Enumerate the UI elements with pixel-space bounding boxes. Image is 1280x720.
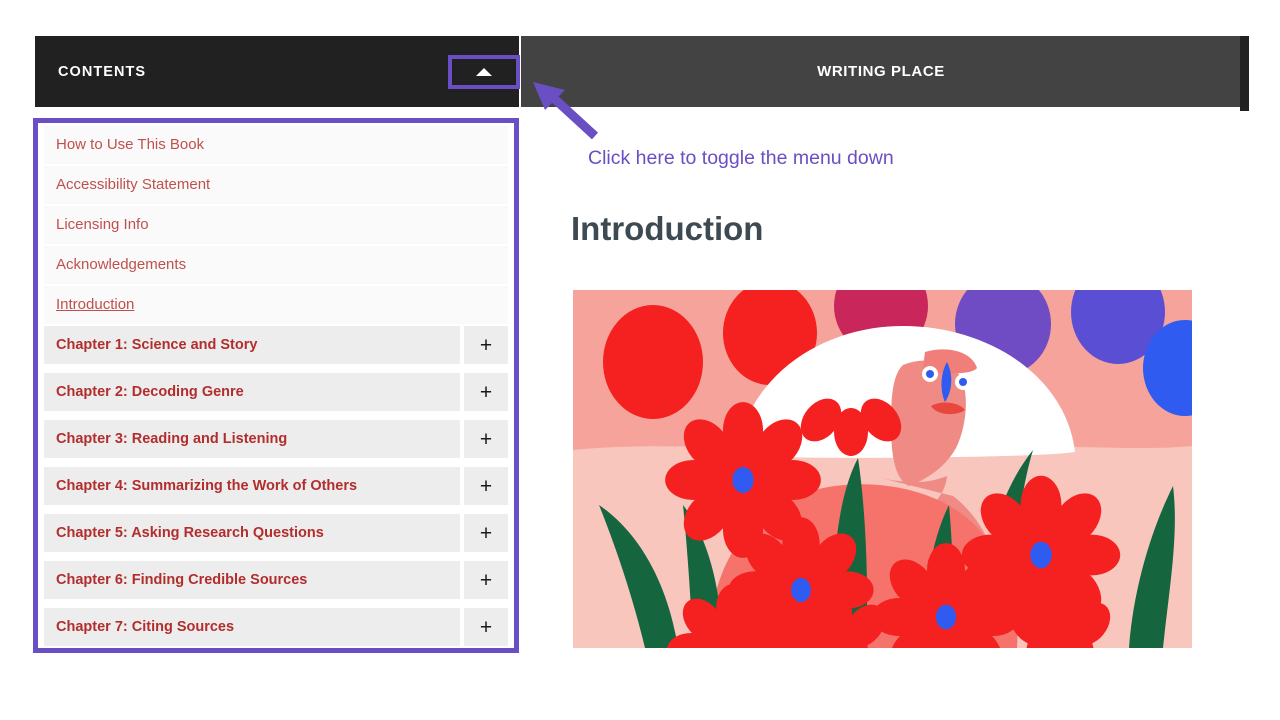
illustration-artwork: [573, 290, 1192, 648]
contents-header-bar: CONTENTS: [35, 36, 519, 107]
list-item: Chapter 6: Finding Credible Sources +: [44, 561, 508, 599]
list-item: Chapter 3: Reading and Listening +: [44, 420, 508, 458]
toc-link-chapter-7[interactable]: Chapter 7: Citing Sources: [56, 619, 234, 635]
toc-link-acknowledgements[interactable]: Acknowledgements: [56, 256, 186, 273]
list-item-current[interactable]: Introduction: [44, 286, 508, 324]
toc-link-accessibility-statement[interactable]: Accessibility Statement: [56, 176, 210, 193]
list-item[interactable]: How to Use This Book: [44, 126, 508, 164]
annotation-callout-text: Click here to toggle the menu down: [588, 147, 894, 169]
page-title: Introduction: [571, 210, 764, 247]
table-of-contents-panel: How to Use This Book Accessibility State…: [33, 118, 519, 653]
contents-header-title: CONTENTS: [58, 63, 147, 80]
toc-link-chapter-4[interactable]: Chapter 4: Summarizing the Work of Other…: [56, 478, 357, 494]
list-item[interactable]: Licensing Info: [44, 206, 508, 244]
toc-link-chapter-6[interactable]: Chapter 6: Finding Credible Sources: [56, 572, 307, 588]
chapter-row-1[interactable]: Chapter 1: Science and Story: [44, 326, 460, 364]
list-item[interactable]: Acknowledgements: [44, 246, 508, 284]
toc-link-chapter-3[interactable]: Chapter 3: Reading and Listening: [56, 431, 287, 447]
content-header-bar: WRITING PLACE: [521, 36, 1241, 107]
expand-chapter-7-button[interactable]: +: [464, 608, 508, 646]
expand-chapter-5-button[interactable]: +: [464, 514, 508, 552]
toc-link-chapter-1[interactable]: Chapter 1: Science and Story: [56, 337, 257, 353]
chapter-row-5[interactable]: Chapter 5: Asking Research Questions: [44, 514, 460, 552]
list-item: Chapter 5: Asking Research Questions +: [44, 514, 508, 552]
list-item: Chapter 7: Citing Sources +: [44, 608, 508, 646]
chapter-row-2[interactable]: Chapter 2: Decoding Genre: [44, 373, 460, 411]
expand-chapter-6-button[interactable]: +: [464, 561, 508, 599]
expand-chapter-2-button[interactable]: +: [464, 373, 508, 411]
header-right-strip: [1240, 36, 1249, 111]
toggle-button-highlight-box: [448, 55, 520, 89]
chapter-illustration: [573, 290, 1192, 648]
toc-link-licensing-info[interactable]: Licensing Info: [56, 216, 149, 233]
chapter-row-3[interactable]: Chapter 3: Reading and Listening: [44, 420, 460, 458]
expand-chapter-4-button[interactable]: +: [464, 467, 508, 505]
chapter-row-6[interactable]: Chapter 6: Finding Credible Sources: [44, 561, 460, 599]
expand-chapter-1-button[interactable]: +: [464, 326, 508, 364]
toc-link-introduction[interactable]: Introduction: [56, 296, 134, 313]
toc-list: How to Use This Book Accessibility State…: [44, 126, 508, 646]
toc-link-chapter-5[interactable]: Chapter 5: Asking Research Questions: [56, 525, 324, 541]
toc-link-how-to-use-this-book[interactable]: How to Use This Book: [56, 136, 204, 153]
chapter-row-4[interactable]: Chapter 4: Summarizing the Work of Other…: [44, 467, 460, 505]
site-title: WRITING PLACE: [817, 63, 945, 80]
chapter-row-7[interactable]: Chapter 7: Citing Sources: [44, 608, 460, 646]
list-item: Chapter 1: Science and Story +: [44, 326, 508, 364]
list-item: Chapter 4: Summarizing the Work of Other…: [44, 467, 508, 505]
expand-chapter-3-button[interactable]: +: [464, 420, 508, 458]
list-item: Chapter 2: Decoding Genre +: [44, 373, 508, 411]
list-item[interactable]: Accessibility Statement: [44, 166, 508, 204]
page-root: CONTENTS How to Use This Book Accessibil…: [0, 0, 1280, 720]
toc-link-chapter-2[interactable]: Chapter 2: Decoding Genre: [56, 384, 244, 400]
